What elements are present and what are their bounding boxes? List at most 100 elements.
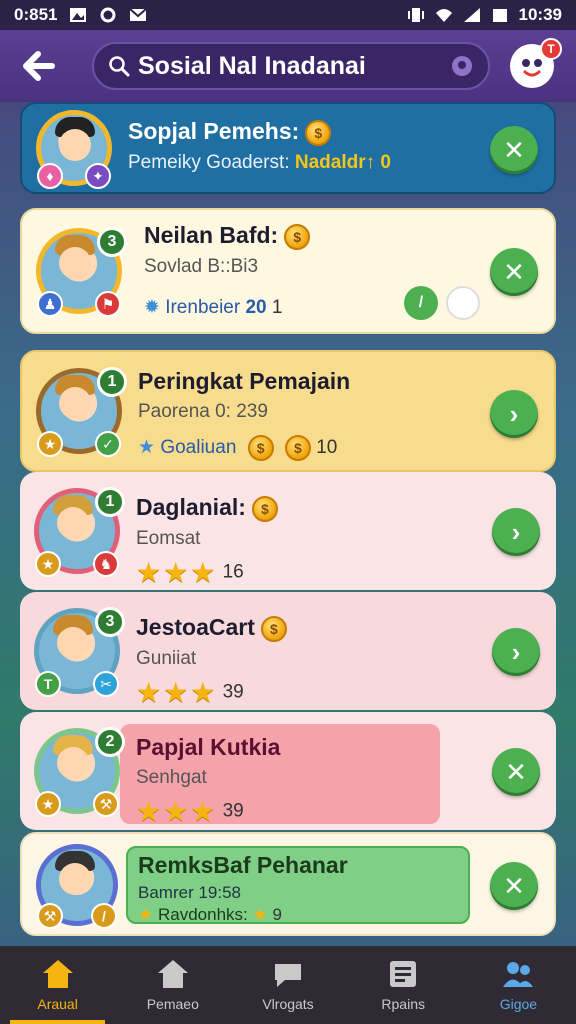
profile-button[interactable]: T [510,38,562,88]
card-name: Peringkat Pemajain [138,368,351,394]
card-meta-tail: 1 [271,296,283,318]
card-sub: Senhgat [136,767,207,788]
close-button[interactable]: ✕ [492,748,540,796]
list-item[interactable]: ♦ ✦ Sopjal Pemehs: $ Pemeiky Goaderst: Na… [20,102,556,194]
status-bar: 0:851 10:39 [0,0,576,30]
vibrate-icon [407,8,424,22]
search-input[interactable]: Sosial Nal Inadanai [92,42,490,90]
badge-icon: ✦ [85,163,111,189]
rank-badge: 2 [95,727,125,757]
status-time-right: 10:39 [518,5,562,24]
radio-toggle[interactable] [446,286,480,320]
card-name: Neilan Bafd: [144,222,279,248]
star-icon: ★ [138,905,154,924]
badge-icon: ♞ [93,551,119,577]
close-button[interactable]: ✕ [490,862,538,910]
rank-badge: 3 [97,227,127,257]
card-meta: Ravdonhks: [157,905,248,924]
list-item[interactable]: 3 T ✂ JestoaCart $ Guniiat ★★★ 39 › [20,592,556,710]
card-sub: Eomsat [136,527,201,549]
card-meta-num: 9 [272,905,282,924]
card-sub: Bamrer 19:58 [138,883,241,902]
nav-chat[interactable]: Vlrogats [230,946,345,1024]
star-icon: ★ [138,437,156,459]
mail-icon [129,8,148,21]
close-button[interactable]: ✕ [490,248,538,296]
chevron-right-button[interactable]: › [490,390,538,438]
badge-icon: ✓ [95,431,121,457]
list-item[interactable]: 2 ★ ⚒ Papjal Kutkia Senhgat ★★★ 39 ✕ [20,712,556,830]
rank-badge: 1 [97,367,127,397]
signal-icon [463,8,480,22]
badge-icon: ★ [35,791,61,817]
nav-players[interactable]: Pemaeo [115,946,230,1024]
list-item[interactable]: 1 ★ ♞ Daglanial: $ Eomsat ★★★ 16 › [20,472,556,590]
card-meta: Goaliuan [160,437,237,459]
avatar: ♦ ✦ [36,110,112,189]
card-meta-num: 39 [222,800,244,822]
home-outline-icon [157,960,188,988]
nav-label: Vlrogats [262,996,314,1012]
back-arrow-icon [23,51,55,81]
list-icon [390,961,417,987]
rank-badge: 3 [95,607,125,637]
nav-rankings[interactable]: Rpains [346,946,461,1024]
close-button[interactable]: ✕ [490,126,538,174]
avatar: 1 ★ ♞ [34,487,125,577]
badge-icon: ✂ [93,671,119,697]
sync-icon [100,7,116,23]
rank-badge: 1 [95,487,125,517]
card-name: Sopjal Pemehs: [128,118,300,144]
nav-home[interactable]: Araual [0,946,115,1024]
avatar: 3 ♟ ⚑ [36,227,127,317]
player-list: ♦ ✦ Sopjal Pemehs: $ Pemeiky Goaderst: Na… [20,102,556,938]
rating-stars: ★★★ [136,556,218,588]
status-time-left: 0:851 [14,5,58,24]
chat-icon [275,964,301,987]
card-sub: Sovlad B::Bi3 [144,255,259,277]
card-meta: Nadaldr↑ 0 [294,151,391,173]
avatar: 2 ★ ⚒ [34,727,125,817]
nav-label: Gigoe [499,996,538,1012]
group-icon [503,962,534,987]
star-icon: ★ [252,905,268,924]
bottom-nav: Araual Pemaeo Vlrogats Rpains Gigoe [0,946,576,1024]
battery-icon [492,9,507,22]
card-meta-num: 39 [222,681,244,703]
back-button[interactable] [14,41,64,91]
coin-icon: $ [260,615,287,642]
search-icon [109,56,130,77]
top-bar: Sosial Nal Inadanai T [0,30,576,102]
coin-icon: $ [247,435,274,461]
badge-icon: ⚒ [93,791,119,817]
image-icon [70,8,87,22]
badge-icon: ♦ [37,163,63,189]
card-sub: Paorena 0: 239 [138,401,268,422]
badge-icon: T [35,671,61,697]
badge-icon: ⚑ [95,291,121,317]
nav-label: Rpains [381,996,425,1012]
list-item[interactable]: 1 ★ ✓ Peringkat Pemajain Paorena 0: 239 … [20,350,556,472]
chevron-right-button[interactable]: › [492,508,540,556]
card-name: Daglanial: [136,494,246,520]
voice-icon[interactable] [450,54,474,78]
wifi-icon [435,9,452,22]
card-meta-num: 20 [245,296,267,318]
edit-toggle[interactable]: / [404,286,438,320]
card-name: JestoaCart [136,614,255,640]
card-name: Papjal Kutkia [136,734,281,760]
list-item[interactable]: ⚒ / RemksBaf Pehanar Bamrer 19:58 ★ Ravd… [20,832,556,936]
nav-groups[interactable]: Gigoe [461,946,576,1024]
avatar: 1 ★ ✓ [36,367,127,457]
home-icon [42,960,73,988]
badge-icon: / [91,903,117,929]
avatar: 3 T ✂ [34,607,125,697]
badge-icon: ★ [37,431,63,457]
chevron-right-button[interactable]: › [492,628,540,676]
coin-icon: $ [305,119,332,146]
list-item[interactable]: 3 ♟ ⚑ Neilan Bafd: $ Sovlad B::Bi3 ✹ Iren… [20,208,556,334]
rating-stars: ★★★ [136,796,218,827]
card-meta: Irenbeier [165,296,241,318]
search-query: Sosial Nal Inadanai [138,51,366,80]
badge-icon: ⚒ [37,903,63,929]
